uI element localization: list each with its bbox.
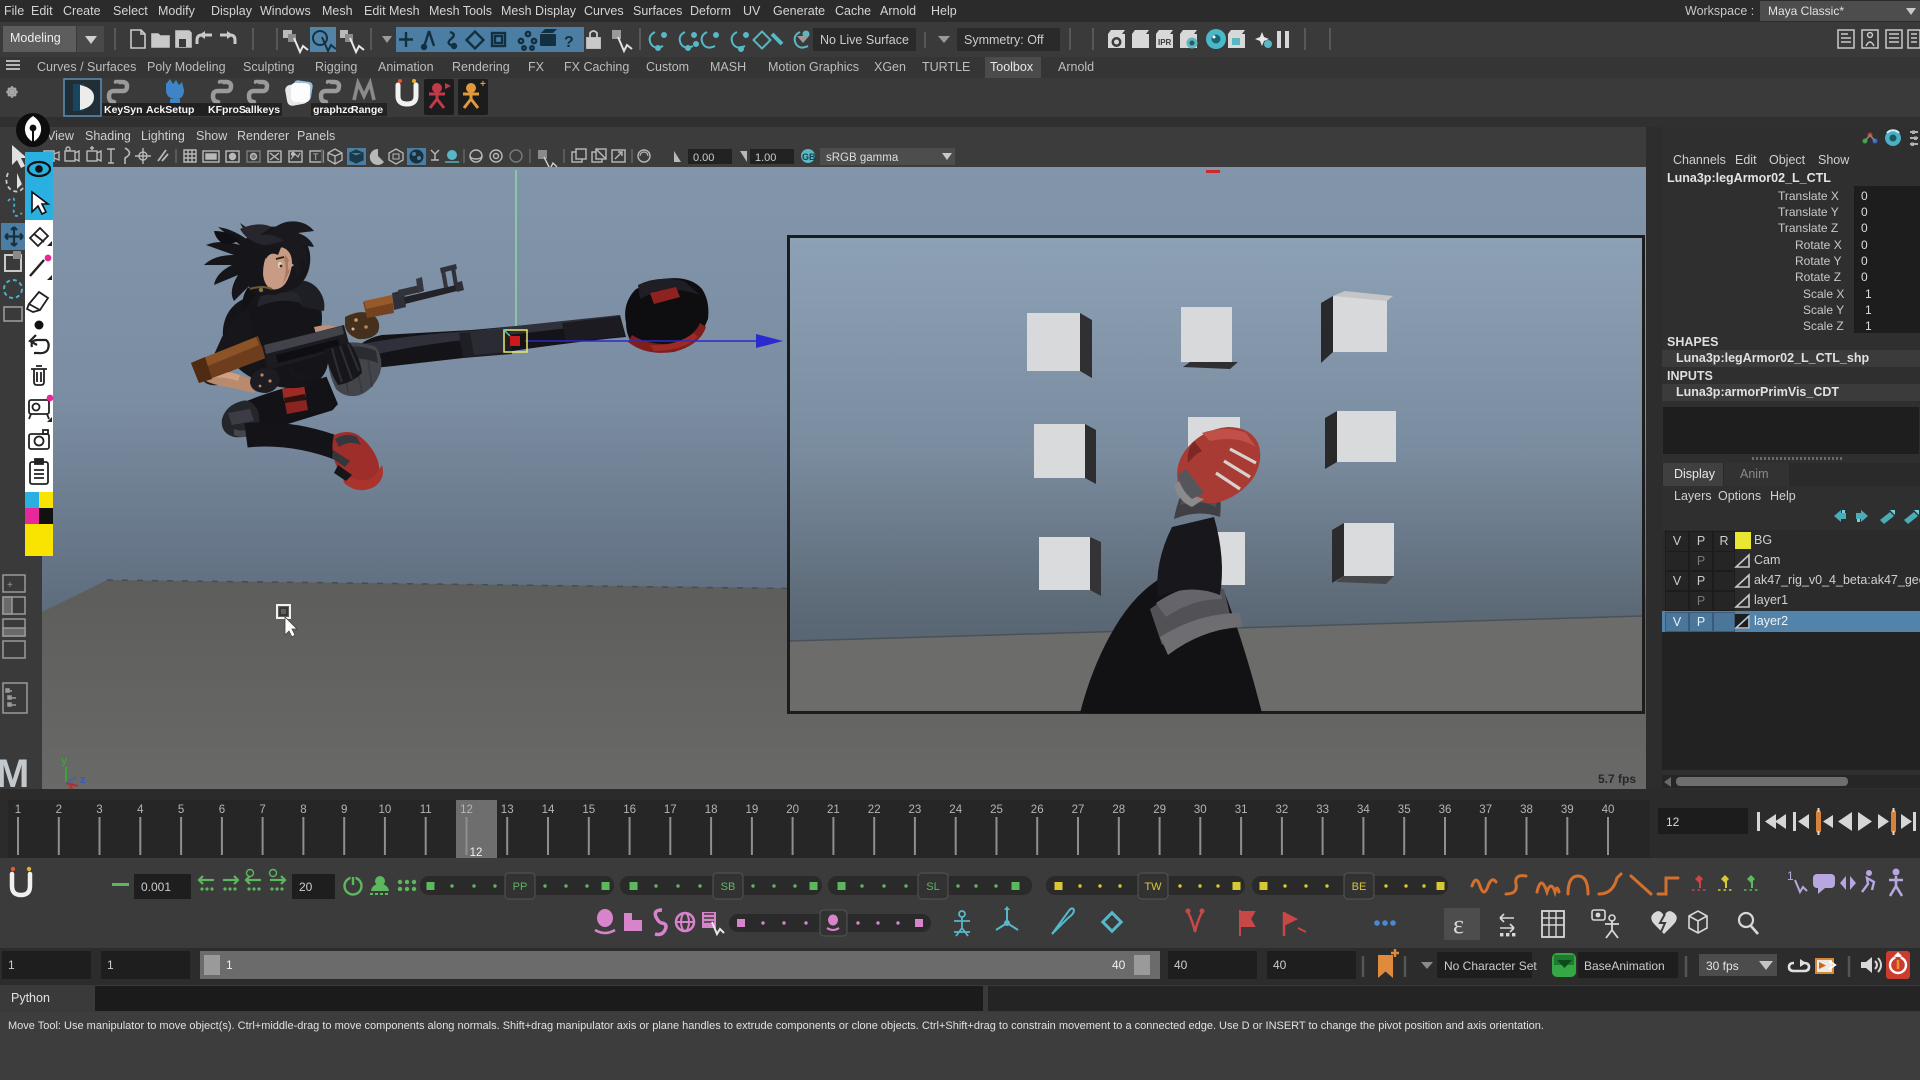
svg-text:0.00: 0.00 xyxy=(693,152,714,164)
svg-text:12: 12 xyxy=(1666,815,1680,829)
svg-text:10: 10 xyxy=(379,804,392,816)
svg-text:14: 14 xyxy=(542,804,555,816)
svg-text:12: 12 xyxy=(460,804,473,816)
svg-text:20: 20 xyxy=(299,880,313,894)
svg-text:KeySyn: KeySyn xyxy=(104,104,143,116)
svg-text:34: 34 xyxy=(1357,804,1370,816)
svg-text:Symmetry: Off: Symmetry: Off xyxy=(964,33,1044,47)
svg-text:33: 33 xyxy=(1316,804,1329,816)
svg-text:26: 26 xyxy=(1031,804,1044,816)
svg-text:36: 36 xyxy=(1439,804,1452,816)
svg-text:30 fps: 30 fps xyxy=(1706,959,1739,973)
svg-text:28: 28 xyxy=(1112,804,1125,816)
svg-text:Range: Range xyxy=(351,104,383,116)
svg-text:37: 37 xyxy=(1479,804,1492,816)
svg-text:31: 31 xyxy=(1235,804,1248,816)
svg-text:9: 9 xyxy=(341,804,347,816)
svg-text:27: 27 xyxy=(1072,804,1085,816)
svg-text:21: 21 xyxy=(827,804,840,816)
svg-text:PP: PP xyxy=(513,881,528,893)
svg-text:7: 7 xyxy=(259,804,265,816)
svg-text:3: 3 xyxy=(96,804,102,816)
svg-text:+: + xyxy=(480,79,486,90)
svg-text:25: 25 xyxy=(990,804,1003,816)
svg-text:38: 38 xyxy=(1520,804,1533,816)
svg-text:4: 4 xyxy=(137,804,144,816)
svg-text:5.7 fps: 5.7 fps xyxy=(1598,772,1636,786)
svg-text:5: 5 xyxy=(178,804,184,816)
svg-text:32: 32 xyxy=(1276,804,1289,816)
svg-text:sRGB gamma: sRGB gamma xyxy=(826,152,899,164)
svg-text:16: 16 xyxy=(623,804,636,816)
svg-text:12: 12 xyxy=(470,847,483,858)
svg-text:39: 39 xyxy=(1561,804,1574,816)
svg-text:0.001: 0.001 xyxy=(141,880,171,894)
svg-text:18: 18 xyxy=(705,804,718,816)
svg-text:?: ? xyxy=(564,34,574,51)
svg-text:40: 40 xyxy=(1602,804,1615,816)
svg-text:y: y xyxy=(61,755,68,767)
svg-text:IPR: IPR xyxy=(1158,38,1172,47)
svg-text:35: 35 xyxy=(1398,804,1411,816)
svg-text:BaseAnimation: BaseAnimation xyxy=(1584,959,1665,973)
svg-text:19: 19 xyxy=(746,804,759,816)
svg-text:GB: GB xyxy=(802,152,816,162)
svg-text:6: 6 xyxy=(219,804,225,816)
svg-text:13: 13 xyxy=(501,804,514,816)
svg-text:29: 29 xyxy=(1153,804,1166,816)
svg-text:SL: SL xyxy=(926,881,939,893)
svg-text:23: 23 xyxy=(909,804,922,816)
svg-text:M: M xyxy=(0,752,29,789)
svg-text:17: 17 xyxy=(664,804,677,816)
svg-text:No Live Surface: No Live Surface xyxy=(820,33,909,47)
svg-text:z: z xyxy=(80,774,86,786)
svg-text:x: x xyxy=(68,781,75,789)
svg-text:20: 20 xyxy=(786,804,799,816)
svg-text:BE: BE xyxy=(1352,881,1367,893)
svg-text:TW: TW xyxy=(1144,881,1162,893)
svg-text:24: 24 xyxy=(949,804,962,816)
svg-text:1: 1 xyxy=(1787,869,1794,883)
svg-text:1.00: 1.00 xyxy=(755,152,776,164)
svg-text:22: 22 xyxy=(868,804,881,816)
svg-text:15: 15 xyxy=(582,804,595,816)
svg-text:T: T xyxy=(313,152,319,162)
svg-text:AckSetup: AckSetup xyxy=(146,104,194,116)
svg-text:ε: ε xyxy=(1453,910,1464,939)
svg-text:+: + xyxy=(7,580,13,591)
svg-text:allkeys: allkeys xyxy=(245,104,280,116)
svg-text:graphzc: graphzc xyxy=(313,104,353,116)
svg-text:No Character Set: No Character Set xyxy=(1444,959,1537,973)
svg-text:KFproS: KFproS xyxy=(208,104,246,116)
svg-text:8: 8 xyxy=(300,804,306,816)
svg-text:SB: SB xyxy=(721,881,736,893)
svg-text:11: 11 xyxy=(420,804,432,816)
svg-text:30: 30 xyxy=(1194,804,1207,816)
svg-text:2: 2 xyxy=(56,804,62,816)
svg-text:1: 1 xyxy=(15,804,21,816)
